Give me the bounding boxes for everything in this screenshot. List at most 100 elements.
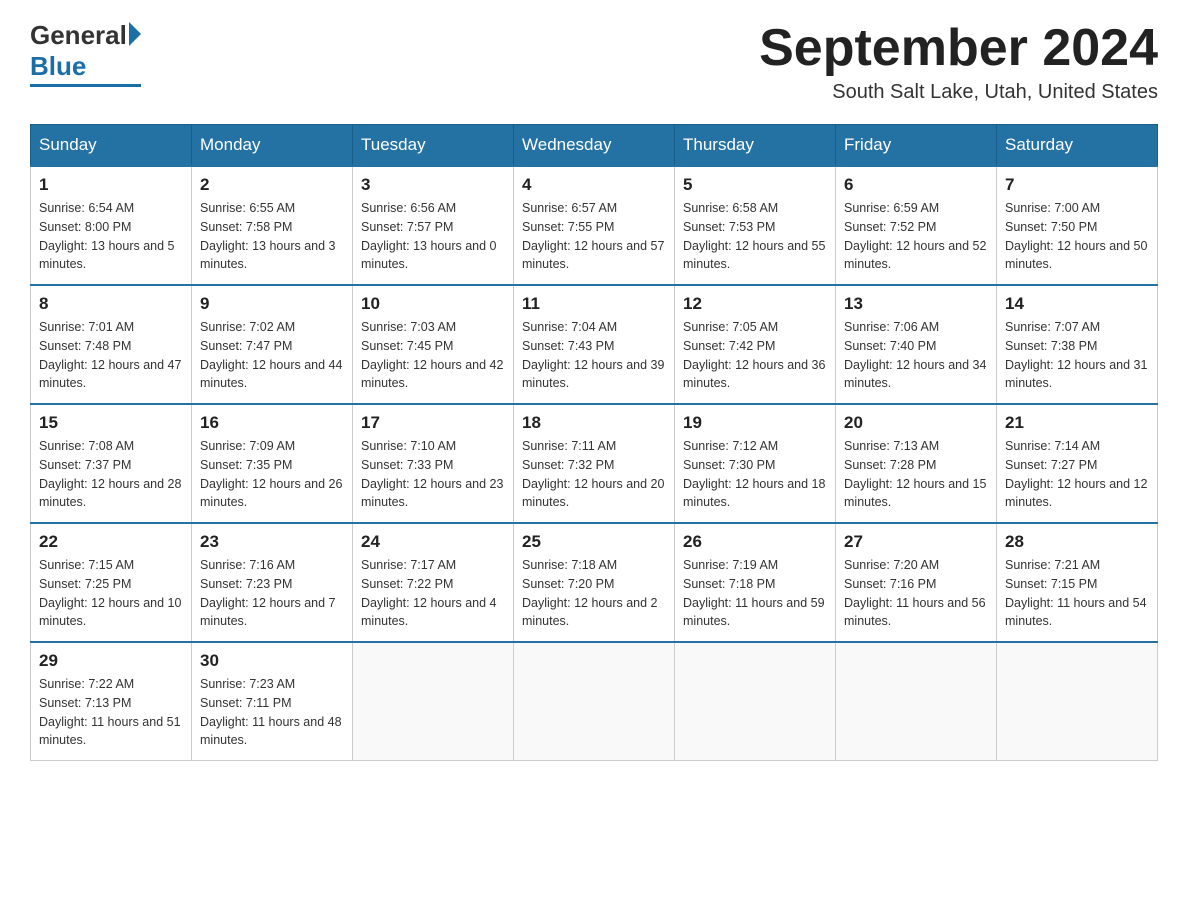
calendar-cell: 19 Sunrise: 7:12 AMSunset: 7:30 PMDayligh…	[675, 404, 836, 523]
calendar-cell: 5Sunrise: 6:58 AMSunset: 7:53 PMDaylight…	[675, 166, 836, 285]
day-info: Sunrise: 7:13 AMSunset: 7:28 PMDaylight:…	[844, 437, 988, 512]
day-info: Sunrise: 7:12 AMSunset: 7:30 PMDaylight:…	[683, 437, 827, 512]
calendar-cell: 1Sunrise: 6:54 AMSunset: 8:00 PMDaylight…	[31, 166, 192, 285]
calendar-table: SundayMondayTuesdayWednesdayThursdayFrid…	[30, 124, 1158, 761]
week-row-3: 15 Sunrise: 7:08 AMSunset: 7:37 PMDayligh…	[31, 404, 1158, 523]
calendar-cell: 15 Sunrise: 7:08 AMSunset: 7:37 PMDayligh…	[31, 404, 192, 523]
day-number: 30	[200, 651, 344, 671]
calendar-cell: 10 Sunrise: 7:03 AMSunset: 7:45 PMDayligh…	[353, 285, 514, 404]
day-info: Sunrise: 7:16 AMSunset: 7:23 PMDaylight:…	[200, 556, 344, 631]
day-number: 17	[361, 413, 505, 433]
calendar-cell: 3 Sunrise: 6:56 AMSunset: 7:57 PMDaylight…	[353, 166, 514, 285]
day-info: Sunrise: 7:08 AMSunset: 7:37 PMDaylight:…	[39, 437, 183, 512]
day-info: Sunrise: 7:06 AMSunset: 7:40 PMDaylight:…	[844, 318, 988, 393]
day-info: Sunrise: 7:02 AMSunset: 7:47 PMDaylight:…	[200, 318, 344, 393]
calendar-cell: 25 Sunrise: 7:18 AMSunset: 7:20 PMDayligh…	[514, 523, 675, 642]
day-info: Sunrise: 7:07 AMSunset: 7:38 PMDaylight:…	[1005, 318, 1149, 393]
calendar-cell: 26 Sunrise: 7:19 AMSunset: 7:18 PMDayligh…	[675, 523, 836, 642]
calendar-cell: 29Sunrise: 7:22 AMSunset: 7:13 PMDayligh…	[31, 642, 192, 761]
day-number: 8	[39, 294, 183, 314]
day-number: 18	[522, 413, 666, 433]
day-number: 1	[39, 175, 183, 195]
weekday-header-saturday: Saturday	[997, 125, 1158, 167]
weekday-header-wednesday: Wednesday	[514, 125, 675, 167]
calendar-cell: 13 Sunrise: 7:06 AMSunset: 7:40 PMDayligh…	[836, 285, 997, 404]
calendar-cell: 2 Sunrise: 6:55 AMSunset: 7:58 PMDaylight…	[192, 166, 353, 285]
logo-general-text: General	[30, 20, 127, 51]
day-info: Sunrise: 7:03 AMSunset: 7:45 PMDaylight:…	[361, 318, 505, 393]
day-info: Sunrise: 7:11 AMSunset: 7:32 PMDaylight:…	[522, 437, 666, 512]
day-number: 14	[1005, 294, 1149, 314]
week-row-4: 22 Sunrise: 7:15 AMSunset: 7:25 PMDayligh…	[31, 523, 1158, 642]
day-number: 12	[683, 294, 827, 314]
day-number: 15	[39, 413, 183, 433]
day-number: 23	[200, 532, 344, 552]
weekday-header-sunday: Sunday	[31, 125, 192, 167]
day-info: Sunrise: 7:18 AMSunset: 7:20 PMDaylight:…	[522, 556, 666, 631]
day-info: Sunrise: 7:15 AMSunset: 7:25 PMDaylight:…	[39, 556, 183, 631]
calendar-cell: 9 Sunrise: 7:02 AMSunset: 7:47 PMDaylight…	[192, 285, 353, 404]
day-number: 24	[361, 532, 505, 552]
day-number: 10	[361, 294, 505, 314]
day-info: Sunrise: 7:00 AMSunset: 7:50 PMDaylight:…	[1005, 199, 1149, 274]
day-number: 9	[200, 294, 344, 314]
day-info: Sunrise: 6:56 AMSunset: 7:57 PMDaylight:…	[361, 199, 505, 274]
day-number: 5	[683, 175, 827, 195]
calendar-cell: 22 Sunrise: 7:15 AMSunset: 7:25 PMDayligh…	[31, 523, 192, 642]
logo-triangle-icon	[129, 22, 141, 46]
day-number: 28	[1005, 532, 1149, 552]
day-info: Sunrise: 6:57 AMSunset: 7:55 PMDaylight:…	[522, 199, 666, 274]
week-row-1: 1Sunrise: 6:54 AMSunset: 8:00 PMDaylight…	[31, 166, 1158, 285]
day-number: 2	[200, 175, 344, 195]
day-number: 3	[361, 175, 505, 195]
calendar-cell: 30 Sunrise: 7:23 AMSunset: 7:11 PMDayligh…	[192, 642, 353, 761]
month-title: September 2024	[759, 20, 1158, 77]
calendar-cell: 20 Sunrise: 7:13 AMSunset: 7:28 PMDayligh…	[836, 404, 997, 523]
calendar-cell: 16Sunrise: 7:09 AMSunset: 7:35 PMDayligh…	[192, 404, 353, 523]
calendar-cell: 23 Sunrise: 7:16 AMSunset: 7:23 PMDayligh…	[192, 523, 353, 642]
calendar-cell: 24 Sunrise: 7:17 AMSunset: 7:22 PMDayligh…	[353, 523, 514, 642]
day-info: Sunrise: 6:55 AMSunset: 7:58 PMDaylight:…	[200, 199, 344, 274]
logo: General Blue	[30, 20, 141, 87]
day-number: 6	[844, 175, 988, 195]
calendar-cell: 12 Sunrise: 7:05 AMSunset: 7:42 PMDayligh…	[675, 285, 836, 404]
week-row-2: 8 Sunrise: 7:01 AMSunset: 7:48 PMDaylight…	[31, 285, 1158, 404]
page-header: General Blue September 2024 South Salt L…	[30, 20, 1158, 104]
day-number: 13	[844, 294, 988, 314]
day-info: Sunrise: 7:10 AMSunset: 7:33 PMDaylight:…	[361, 437, 505, 512]
weekday-header-tuesday: Tuesday	[353, 125, 514, 167]
day-number: 29	[39, 651, 183, 671]
day-number: 22	[39, 532, 183, 552]
day-info: Sunrise: 7:23 AMSunset: 7:11 PMDaylight:…	[200, 675, 344, 750]
week-row-5: 29Sunrise: 7:22 AMSunset: 7:13 PMDayligh…	[31, 642, 1158, 761]
logo-underline	[30, 84, 141, 87]
logo-blue-text: Blue	[30, 51, 86, 82]
day-info: Sunrise: 7:17 AMSunset: 7:22 PMDaylight:…	[361, 556, 505, 631]
calendar-cell: 17 Sunrise: 7:10 AMSunset: 7:33 PMDayligh…	[353, 404, 514, 523]
day-info: Sunrise: 7:05 AMSunset: 7:42 PMDaylight:…	[683, 318, 827, 393]
calendar-cell: 7Sunrise: 7:00 AMSunset: 7:50 PMDaylight…	[997, 166, 1158, 285]
day-info: Sunrise: 7:21 AMSunset: 7:15 PMDaylight:…	[1005, 556, 1149, 631]
day-info: Sunrise: 7:19 AMSunset: 7:18 PMDaylight:…	[683, 556, 827, 631]
day-info: Sunrise: 7:20 AMSunset: 7:16 PMDaylight:…	[844, 556, 988, 631]
day-info: Sunrise: 6:59 AMSunset: 7:52 PMDaylight:…	[844, 199, 988, 274]
title-block: September 2024 South Salt Lake, Utah, Un…	[759, 20, 1158, 104]
calendar-cell: 6 Sunrise: 6:59 AMSunset: 7:52 PMDaylight…	[836, 166, 997, 285]
calendar-cell	[997, 642, 1158, 761]
day-number: 20	[844, 413, 988, 433]
calendar-cell: 21Sunrise: 7:14 AMSunset: 7:27 PMDayligh…	[997, 404, 1158, 523]
day-number: 27	[844, 532, 988, 552]
calendar-cell: 8 Sunrise: 7:01 AMSunset: 7:48 PMDaylight…	[31, 285, 192, 404]
day-number: 21	[1005, 413, 1149, 433]
day-info: Sunrise: 7:01 AMSunset: 7:48 PMDaylight:…	[39, 318, 183, 393]
calendar-cell: 18 Sunrise: 7:11 AMSunset: 7:32 PMDayligh…	[514, 404, 675, 523]
weekday-header-row: SundayMondayTuesdayWednesdayThursdayFrid…	[31, 125, 1158, 167]
day-number: 19	[683, 413, 827, 433]
day-number: 25	[522, 532, 666, 552]
calendar-cell	[675, 642, 836, 761]
day-number: 11	[522, 294, 666, 314]
weekday-header-monday: Monday	[192, 125, 353, 167]
day-number: 26	[683, 532, 827, 552]
calendar-cell	[353, 642, 514, 761]
day-number: 4	[522, 175, 666, 195]
